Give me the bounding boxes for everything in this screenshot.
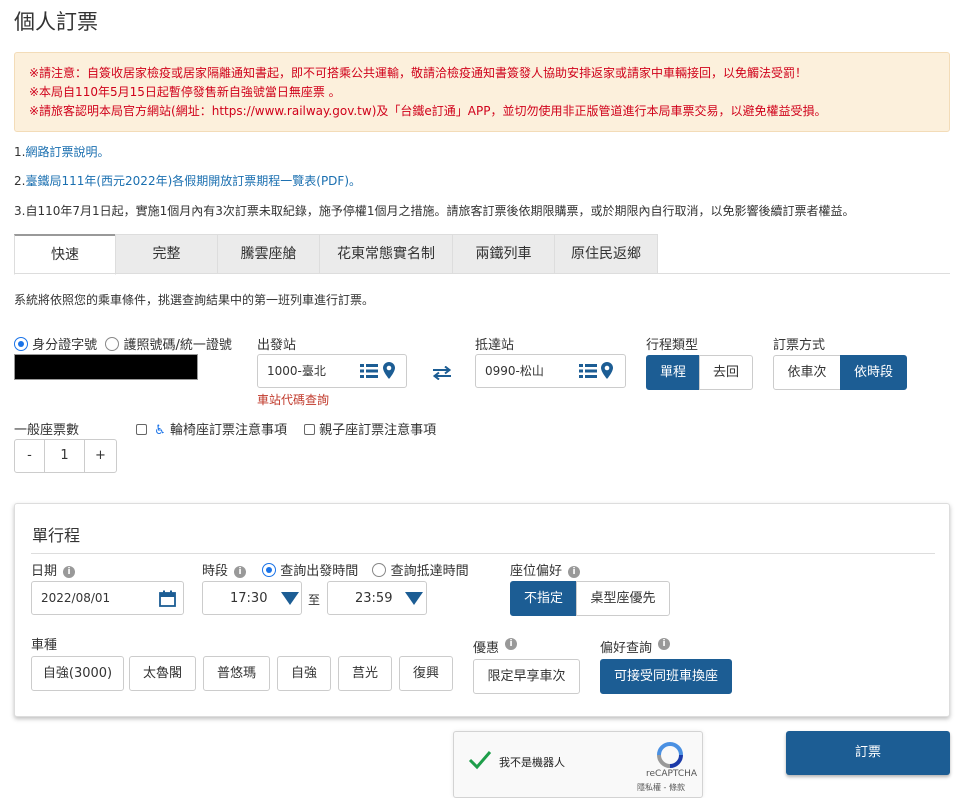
holiday-schedule-link[interactable]: 臺鐵局111年(西元2022年)各假期開放訂票期程一覽表(PDF)。 [25,174,361,188]
info-item-1: 1.網路訂票說明。 [14,145,110,159]
tab-quick[interactable]: 快速 [14,234,116,275]
train-type-puyuma[interactable]: 普悠瑪 [203,656,270,691]
tabs-divider [14,273,950,274]
info-item-3: 3.自110年7月1日起，實施1個月內有3次訂票未取紀錄，施予停權1個月之措施。… [14,204,855,218]
time-label-group: 時段 i 查詢出發時間 查詢抵達時間 [202,560,469,579]
calendar-icon[interactable] [159,590,176,607]
recaptcha-links[interactable]: 隱私權 - 條款 [637,782,685,793]
departure-label: 出發站 [257,338,297,353]
notice-box: ※請注意：自簽收居家檢疫或居家隔離通知書起，即不可搭乘公共運輸，敬請洽檢疫通知書… [14,52,950,132]
accept-seat-change-button[interactable]: 可接受同班車換座 [600,659,732,694]
seat-pref-label-group: 座位偏好 i [510,560,581,579]
panel-divider [31,553,935,554]
list-icon[interactable] [360,364,378,378]
one-way-panel: 單行程 日期 i 2022/08/01 時段 i 查詢出發時間 查詢抵達時間 17:… [14,503,950,717]
id-type-group: 身分證字號 護照號碼/統一證號 [14,334,232,353]
notice-line-3: ※請旅客認明本局官方網站(網址：https://www.railway.gov.… [29,104,827,118]
date-label-group: 日期 i [31,560,76,579]
order-method-label: 訂票方式 [773,338,826,353]
recaptcha-logo-icon [657,742,683,768]
by-train-button[interactable]: 依車次 [773,355,841,390]
family-seat-label: 親子座訂票注意事項 [319,423,437,438]
page-title: 個人訂票 [14,10,98,34]
depart-time-radio[interactable] [262,563,277,577]
discount-label-group: 優惠 i [473,637,518,656]
seat-no-preference-button[interactable]: 不指定 [510,581,577,616]
train-type-tze-chiang[interactable]: 自強 [277,656,331,691]
quick-description: 系統將依照您的乘車條件，挑選查詢結果中的第一班列車進行訂票。 [14,293,375,307]
map-pin-icon[interactable] [601,362,613,379]
notice-line-2: ※本局自110年5月15日起暫停發售新自強號當日無座票 。 [29,85,341,99]
info-icon[interactable]: i [505,638,518,650]
family-seat-option: 親子座訂票注意事項 [304,419,436,438]
tab-business-class[interactable]: 騰雲座艙 [217,234,320,274]
seat-table-preference-button[interactable]: 桌型座優先 [576,581,670,616]
date-value: 2022/08/01 [41,591,111,605]
ticket-minus-button[interactable]: - [14,439,45,473]
ticket-plus-button[interactable]: + [84,439,117,473]
tab-indigenous-return[interactable]: 原住民返鄉 [554,234,658,274]
station-code-lookup-link[interactable]: 車站代碼查詢 [257,391,329,408]
passport-radio[interactable] [105,337,120,351]
wheelchair-option: ♿ 輪椅座訂票注意事項 [136,419,287,438]
arrival-label: 抵達站 [475,338,515,353]
id-number-input[interactable] [14,354,198,380]
notice-line-1: ※請注意：自簽收居家檢疫或居家隔離通知書起，即不可搭乘公共運輸，敬請洽檢疫通知書… [29,66,808,80]
info-item-2: 2.臺鐵局111年(西元2022年)各假期開放訂票期程一覽表(PDF)。 [14,174,362,188]
round-trip-button[interactable]: 去回 [699,355,753,390]
seat-pref-label: 座位偏好 [510,564,563,579]
swap-stations-icon[interactable] [432,366,452,380]
tab-complete[interactable]: 完整 [115,234,218,274]
early-bird-train-button[interactable]: 限定早享車次 [473,659,580,694]
arrive-time-radio[interactable] [372,563,387,577]
wheelchair-checkbox[interactable] [136,424,147,435]
train-type-taroko[interactable]: 太魯閣 [129,656,196,691]
wheelchair-icon: ♿ [154,423,166,438]
captcha-label: 我不是機器人 [499,756,565,769]
id-card-radio[interactable] [14,337,28,351]
info-icon[interactable]: i [658,638,671,650]
trip-type-label: 行程類型 [646,338,699,353]
arrival-station-value: 0990-松山 [485,364,544,378]
family-seat-checkbox[interactable] [304,424,315,435]
info-icon[interactable]: i [568,566,581,578]
tab-east-rail-realname[interactable]: 花東常態實名制 [319,234,453,274]
end-time-value: 23:59 [355,591,393,606]
train-type-chu-kuang[interactable]: 莒光 [338,656,392,691]
time-label: 時段 [202,564,229,579]
panel-title: 單行程 [32,526,81,545]
list-icon[interactable] [579,364,597,378]
info-icon[interactable]: i [234,566,247,578]
train-type-label: 車種 [31,638,58,653]
recaptcha-widget: 我不是機器人 reCAPTCHA 隱私權 - 條款 [453,731,703,798]
depart-time-label: 查詢出發時間 [280,564,359,579]
map-pin-icon[interactable] [383,362,395,379]
preference-label-group: 偏好查詢 i [600,637,671,656]
ticket-count-label: 一般座票數 [14,423,80,438]
preference-label: 偏好查詢 [600,641,653,656]
date-label: 日期 [31,564,58,579]
passport-label: 護照號碼/統一證號 [123,338,232,353]
train-type-fu-hsing[interactable]: 復興 [399,656,453,691]
chevron-down-icon[interactable] [405,592,423,605]
train-type-tze-chiang-3000[interactable]: 自強(3000) [31,656,124,691]
info-icon[interactable]: i [63,566,76,578]
id-card-label: 身分證字號 [32,338,98,353]
discount-label: 優惠 [473,641,500,656]
chevron-down-icon[interactable] [281,592,299,605]
booking-guide-link[interactable]: 網路訂票說明。 [25,145,109,159]
checkmark-icon[interactable] [468,750,492,770]
recaptcha-brand: reCAPTCHA [646,769,698,779]
tab-bike-train[interactable]: 兩鐵列車 [452,234,555,274]
one-way-button[interactable]: 單程 [646,355,700,390]
book-ticket-button[interactable]: 訂票 [786,731,950,775]
booking-tabs: 快速 完整 騰雲座艙 花東常態實名制 兩鐵列車 原住民返鄉 [14,234,658,275]
ticket-count-input[interactable]: 1 [44,439,85,473]
start-time-value: 17:30 [230,591,268,606]
wheelchair-label: 輪椅座訂票注意事項 [169,423,287,438]
arrive-time-label: 查詢抵達時間 [390,564,469,579]
time-to-word: 至 [308,593,321,607]
by-time-button[interactable]: 依時段 [840,355,907,390]
departure-station-value: 1000-臺北 [267,364,326,378]
